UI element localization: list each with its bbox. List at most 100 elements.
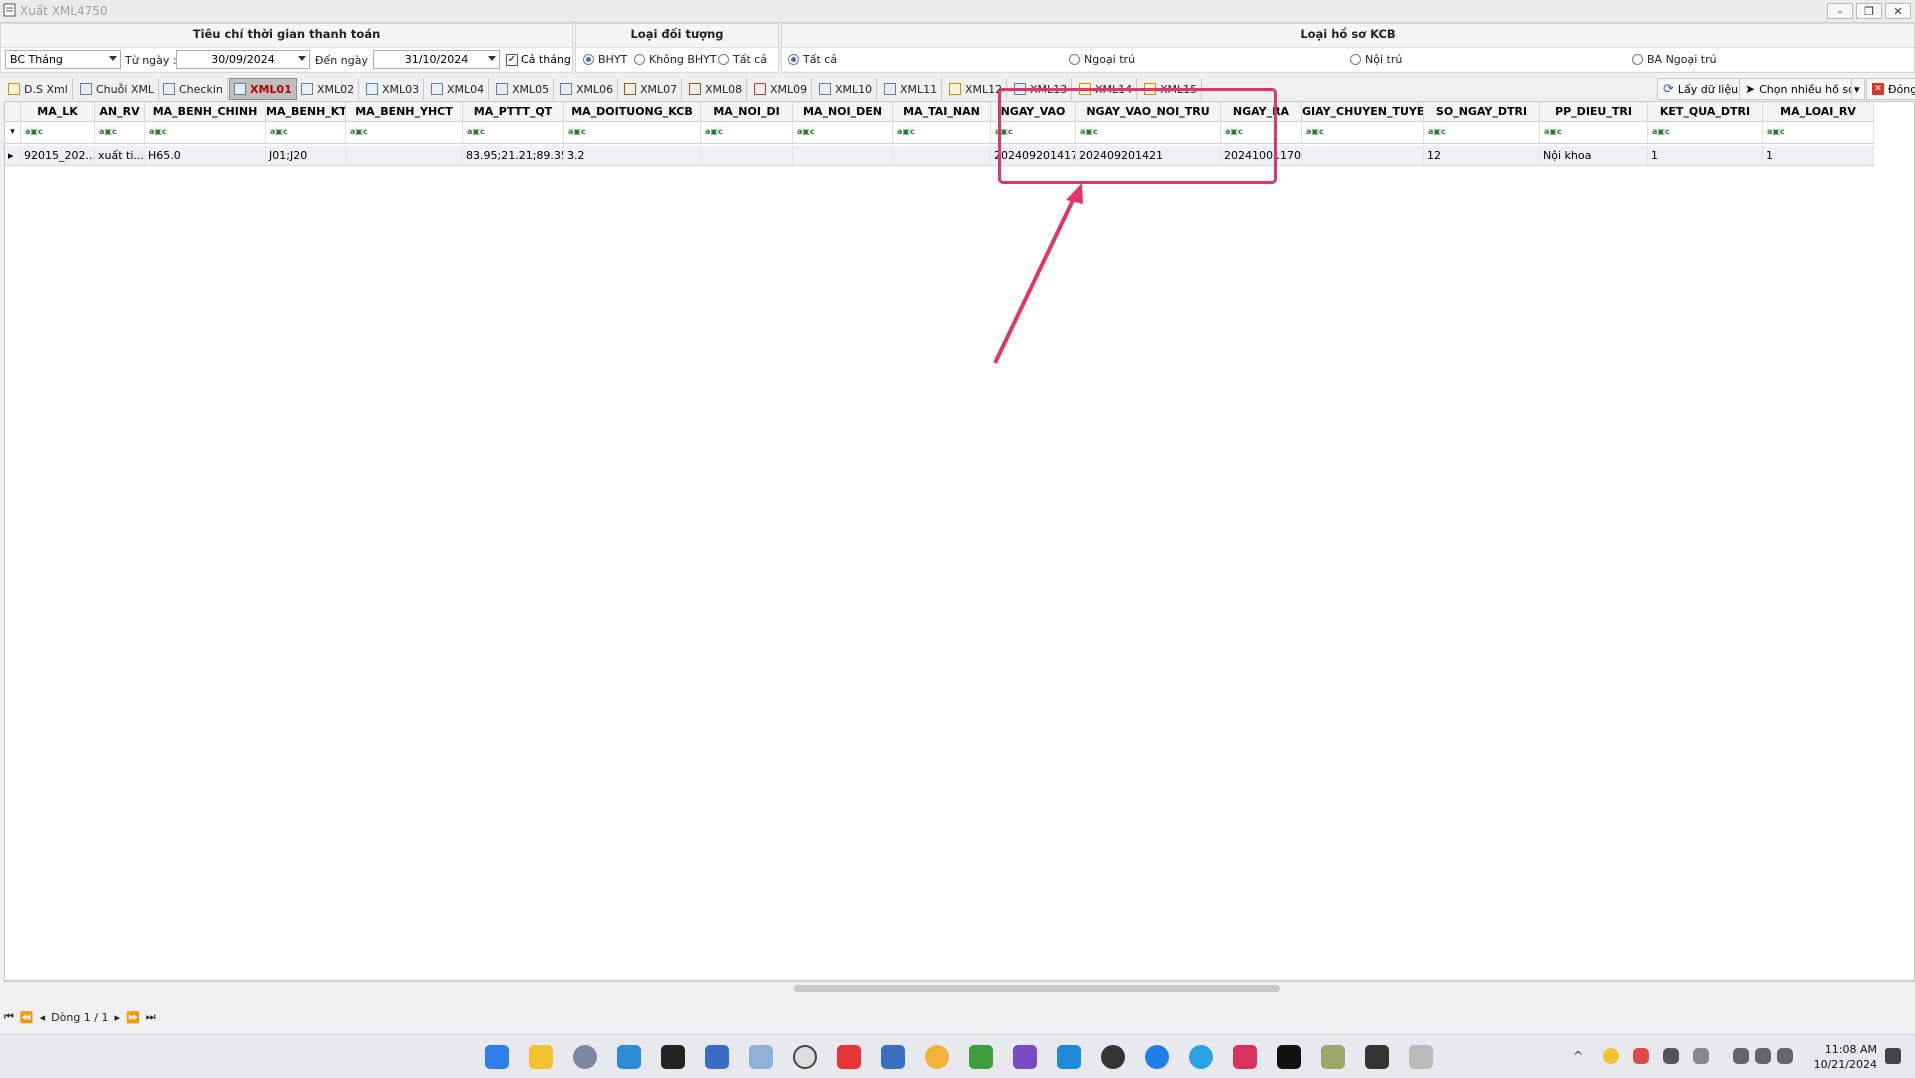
table-cell[interactable]: 3.2 [564, 146, 701, 166]
search-app-icon[interactable] [617, 1045, 641, 1069]
column-filter-ma-benh-kt[interactable]: a▣c [266, 122, 346, 144]
whole-month-checkbox[interactable]: ✓ Cả tháng [506, 53, 571, 66]
clock-app-icon[interactable] [793, 1045, 817, 1069]
visual-studio-icon[interactable] [1013, 1045, 1037, 1069]
prev-page-fast-icon[interactable]: ⏪ [20, 1011, 34, 1024]
radio-all-records[interactable]: Tất cả [788, 53, 837, 66]
table-cell[interactable]: xuất ti... [95, 146, 145, 166]
radio-inpatient[interactable]: Nội trú [1350, 53, 1402, 66]
terminal-icon[interactable] [661, 1045, 685, 1069]
chevron-down-icon[interactable]: ▾ [1851, 78, 1865, 100]
radio-all-subjects[interactable]: Tất cả [718, 53, 767, 66]
battery-icon[interactable] [1777, 1048, 1793, 1064]
settings-icon[interactable] [573, 1045, 597, 1069]
table-cell[interactable]: 1 [1763, 146, 1874, 166]
column-header-ket-qua-dtri[interactable]: KET_QUA_DTRI [1648, 102, 1763, 122]
column-header-pp-dieu-tri[interactable]: PP_DIEU_TRI [1540, 102, 1648, 122]
tab-xml11[interactable]: XML11 [880, 78, 943, 100]
report-type-select[interactable]: BC Tháng [5, 50, 121, 69]
column-filter-ma-loai-rv[interactable]: a▣c [1763, 122, 1874, 144]
powershell-icon[interactable] [705, 1045, 729, 1069]
select-multiple-records-button[interactable]: ➤ Chọn nhiều hồ sơ [1739, 78, 1861, 100]
to-date-picker[interactable]: 31/10/2024 [373, 50, 500, 69]
table-cell[interactable]: 83.95;21.21;89.35 [463, 146, 564, 166]
column-header-ma-pttt-qt[interactable]: MA_PTTT_QT [463, 102, 564, 122]
column-header-ma-loai-rv[interactable]: MA_LOAI_RV [1763, 102, 1874, 122]
v-tray-icon[interactable] [1633, 1048, 1649, 1064]
console-icon[interactable] [1365, 1045, 1389, 1069]
tab-xml04[interactable]: XML04 [427, 78, 490, 100]
column-header-giay-chuyen-tuyen[interactable]: GIAY_CHUYEN_TUYEN [1302, 102, 1424, 122]
column-header-ma-lk[interactable]: MA_LK [21, 102, 95, 122]
tab-xml03[interactable]: XML03 [362, 78, 425, 100]
minimize-button[interactable]: – [1827, 3, 1853, 19]
sync-icon[interactable] [881, 1045, 905, 1069]
keyboard-app-icon[interactable] [1409, 1045, 1433, 1069]
chrome-tray-icon[interactable] [1603, 1048, 1619, 1064]
vscode-icon[interactable] [1057, 1045, 1081, 1069]
column-filter-giay-chuyen-tuyen[interactable]: a▣c [1302, 122, 1424, 144]
table-cell[interactable]: 12 [1424, 146, 1540, 166]
close-button[interactable]: ✕ [1885, 3, 1911, 19]
column-header-ma-noi-den[interactable]: MA_NOI_DEN [793, 102, 893, 122]
column-filter-ma-benh-yhct[interactable]: a▣c [346, 122, 463, 144]
zalo-icon[interactable] [1145, 1045, 1169, 1069]
monitor-icon[interactable] [749, 1045, 773, 1069]
tab-xml05[interactable]: XML05 [492, 78, 555, 100]
battery-tray-icon[interactable] [1663, 1048, 1679, 1064]
column-filter-an-rv[interactable]: a▣c [95, 122, 145, 144]
restore-button[interactable]: ❐ [1856, 3, 1882, 19]
volume-icon[interactable] [1755, 1048, 1771, 1064]
tab-xml09[interactable]: XML09 [750, 78, 813, 100]
chevron-up-icon[interactable]: ^ [1573, 1049, 1587, 1063]
column-filter-pp-dieu-tri[interactable]: a▣c [1540, 122, 1648, 144]
column-filter-ma-lk[interactable]: a▣c [21, 122, 95, 144]
app-s-icon[interactable] [837, 1045, 861, 1069]
last-page-icon[interactable]: ⏭ [146, 1010, 156, 1024]
tab-xml02[interactable]: XML02 [297, 78, 360, 100]
horizontal-scrollbar[interactable] [4, 981, 1915, 995]
keyboard-icon[interactable] [1693, 1048, 1709, 1064]
tab-checkin[interactable]: Checkin [159, 78, 228, 100]
column-filter-so-ngay-dtri[interactable]: a▣c [1424, 122, 1540, 144]
column-filter-ma-noi-di[interactable]: a▣c [701, 122, 793, 144]
table-cell[interactable]: 92015_202... [21, 146, 95, 166]
radio-outpatient[interactable]: Ngoại trú [1069, 53, 1135, 66]
table-cell[interactable] [1302, 146, 1424, 166]
table-cell[interactable] [793, 146, 893, 166]
scrollbar-thumb[interactable] [794, 985, 1280, 992]
table-cell[interactable] [346, 146, 463, 166]
radio-non-bhyt[interactable]: Không BHYT [634, 53, 717, 66]
close-form-button[interactable]: ✕ Đóng [1866, 78, 1915, 100]
radio-ba-outpatient[interactable]: BA Ngoại trú [1632, 53, 1717, 66]
column-header-an-rv[interactable]: AN_RV [95, 102, 145, 122]
browser-icon[interactable] [925, 1045, 949, 1069]
wifi-icon[interactable] [1733, 1048, 1749, 1064]
column-filter-ma-noi-den[interactable]: a▣c [793, 122, 893, 144]
column-filter-ma-benh-chinh[interactable]: a▣c [145, 122, 266, 144]
fetch-data-button[interactable]: ⟳ Lấy dữ liệu [1657, 78, 1745, 100]
tab-xml01[interactable]: XML01 [229, 78, 297, 100]
from-date-picker[interactable]: 30/09/2024 [176, 50, 310, 69]
tab-xml08[interactable]: XML08 [685, 78, 748, 100]
column-filter-ket-qua-dtri[interactable]: a▣c [1648, 122, 1763, 144]
table-cell[interactable]: 1 [1648, 146, 1763, 166]
start-icon[interactable] [485, 1045, 509, 1069]
telegram-icon[interactable] [1189, 1045, 1213, 1069]
notepad-icon[interactable] [969, 1045, 993, 1069]
column-header-ma-benh-chinh[interactable]: MA_BENH_CHINH [145, 102, 266, 122]
tab-ds-xml[interactable]: D.S Xml [4, 78, 73, 100]
tab-chuoi-xml[interactable]: Chuỗi XML [76, 78, 160, 100]
tab-xml06[interactable]: XML06 [556, 78, 619, 100]
column-header-ma-tai-nan[interactable]: MA_TAI_NAN [893, 102, 991, 122]
next-page-fast-icon[interactable]: ⏩ [126, 1011, 140, 1024]
radio-bhyt[interactable]: BHYT [583, 53, 627, 66]
table-cell[interactable]: J01;J20 [266, 146, 346, 166]
table-cell[interactable] [893, 146, 991, 166]
app-star-icon[interactable] [1233, 1045, 1257, 1069]
next-page-icon[interactable]: ▸ [115, 1011, 121, 1024]
column-header-ma-benh-kt[interactable]: MA_BENH_KT [266, 102, 346, 122]
table-cell[interactable]: H65.0 [145, 146, 266, 166]
column-header-so-ngay-dtri[interactable]: SO_NGAY_DTRI [1424, 102, 1540, 122]
row-selector[interactable]: ▸ [5, 146, 21, 166]
